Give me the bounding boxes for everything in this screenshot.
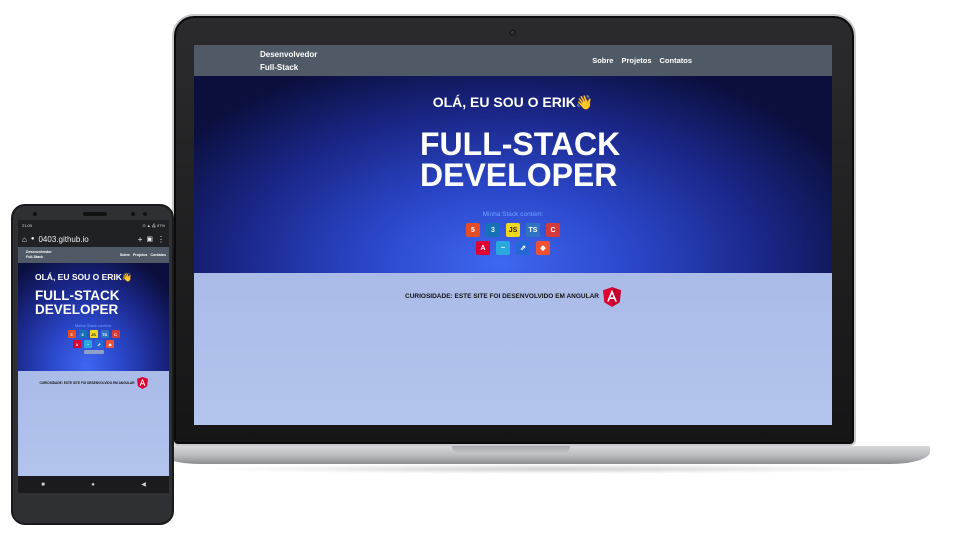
phone-hero-title-line-1: FULL-STACK <box>35 288 120 303</box>
phone-site-brand[interactable]: Desenvolvedor Full-Stack <box>26 250 52 260</box>
phone-hero-section: OLÁ, EU SOU O ERIK👋 FULL-STACK DEVELOPER… <box>18 263 169 371</box>
phone-brand-line-2: Full-Stack <box>26 255 44 259</box>
phone-screen: 21:09 ⊙ ▲ ⁂ 97% ⌂ ● 0403.github.io + ▣ ⋮… <box>18 220 169 493</box>
nav-link-projetos[interactable]: Projetos <box>621 56 651 65</box>
html5-icon: 5 <box>67 330 76 338</box>
menu-icon[interactable]: ⋮ <box>157 235 165 244</box>
curiosity-banner: CURIOSIDADE: ESTE SITE FOI DESENVOLVIDO … <box>405 286 621 307</box>
hero-title-line-1: FULL-STACK <box>420 126 621 162</box>
phone-tech-icons-row-2: A ~ ⇗ ◆ <box>35 340 169 348</box>
phone-speaker <box>83 212 107 216</box>
new-tab-icon[interactable]: + <box>138 235 143 244</box>
phone-nav-link-projetos[interactable]: Projetos <box>133 253 147 257</box>
phone-camera <box>131 212 135 216</box>
csharp-icon: C <box>546 223 560 237</box>
phone-address-bar: ⌂ ● 0403.github.io + ▣ ⋮ <box>18 231 169 247</box>
angular-icon <box>136 377 148 389</box>
brand-line-1: Desenvolvedor <box>260 49 318 59</box>
phone-nav-link-sobre[interactable]: Sobre <box>120 253 130 257</box>
angular-icon <box>602 286 621 307</box>
home-icon[interactable]: ⌂ <box>22 235 27 244</box>
phone-scroll-chip <box>84 350 104 354</box>
javascript-icon: JS <box>89 330 98 338</box>
waving-hand-icon: 👋 <box>575 94 594 110</box>
curiosity-text: CURIOSIDADE: ESTE SITE FOI DESENVOLVIDO … <box>405 293 599 300</box>
stack-label: Minha Stack contém: <box>482 211 544 218</box>
typescript-icon: TS <box>100 330 109 338</box>
phone-curiosity-banner: CURIOSIDADE: ESTE SITE FOI DESENVOLVIDO … <box>18 377 169 389</box>
phone-hero-greeting-text: OLÁ, EU SOU O ERIK <box>35 272 122 282</box>
phone-nav-bar: ■ ● ◀ <box>18 476 169 493</box>
phone-stack-label: Minha Stack contém: <box>74 323 113 328</box>
phone-hero-title: FULL-STACK DEVELOPER <box>35 289 169 317</box>
tailwind-icon: ~ <box>496 241 510 255</box>
hero-greeting-text: OLÁ, EU SOU O ERIK <box>432 94 576 110</box>
hero-greeting: OLÁ, EU SOU O ERIK👋 <box>194 94 832 111</box>
html5-icon: 5 <box>466 223 480 237</box>
laptop-camera <box>509 29 516 36</box>
phone-sensor <box>33 212 37 216</box>
angular-icon: A <box>476 241 490 255</box>
back-button[interactable]: ◀ <box>141 481 146 488</box>
css3-icon: 3 <box>78 330 87 338</box>
recents-button[interactable]: ■ <box>41 482 45 488</box>
hero-section: OLÁ, EU SOU O ERIK👋 FULL-STACK DEVELOPER… <box>194 76 832 273</box>
phone-nav-link-contatos[interactable]: Contatos <box>150 253 166 257</box>
phone-nav-links: Sobre Projetos Contatos <box>120 253 166 257</box>
git-icon: ◆ <box>106 340 114 348</box>
nav-link-contatos[interactable]: Contatos <box>660 56 693 65</box>
home-button[interactable]: ● <box>91 482 95 488</box>
site-navbar: Desenvolvedor Full-Stack Sobre Projetos … <box>194 45 832 76</box>
javascript-icon: JS <box>506 223 520 237</box>
tech-icons-row-2: A ~ ⇗ ◆ <box>194 241 832 255</box>
nav-link-sobre[interactable]: Sobre <box>592 56 613 65</box>
site-info-icon[interactable]: ● <box>31 236 35 242</box>
phone-url[interactable]: 0403.github.io <box>38 235 88 244</box>
typescript-icon: TS <box>526 223 540 237</box>
css3-icon: 3 <box>486 223 500 237</box>
phone-status-icons: ⊙ ▲ ⁂ 97% <box>142 223 165 228</box>
csharp-icon: C <box>111 330 120 338</box>
curiosity-section: CURIOSIDADE: ESTE SITE FOI DESENVOLVIDO … <box>194 273 832 425</box>
brand-line-2: Full-Stack <box>260 62 299 72</box>
angular-icon: A <box>73 340 81 348</box>
site-brand[interactable]: Desenvolvedor Full-Stack <box>260 48 317 74</box>
hero-title: FULL-STACK DEVELOPER <box>194 126 832 193</box>
phone-site-navbar: Desenvolvedor Full-Stack Sobre Projetos … <box>18 247 169 263</box>
tech-icons-row-1: 5 3 JS TS C <box>194 223 832 237</box>
laptop-screen: Desenvolvedor Full-Stack Sobre Projetos … <box>194 45 832 425</box>
git-icon: ◆ <box>536 241 550 255</box>
phone-hero-greeting: OLÁ, EU SOU O ERIK👋 <box>35 272 169 283</box>
jira-icon: ⇗ <box>516 241 530 255</box>
phone-curiosity-section: CURIOSIDADE: ESTE SITE FOI DESENVOLVIDO … <box>18 371 169 489</box>
phone-status-bar: 21:09 ⊙ ▲ ⁂ 97% <box>18 220 169 231</box>
laptop-shadow <box>200 464 900 474</box>
phone-time: 21:09 <box>22 223 33 228</box>
phone-tech-icons-row-1: 5 3 JS TS C <box>35 330 169 338</box>
jira-icon: ⇗ <box>95 340 103 348</box>
laptop-notch <box>452 446 570 454</box>
mockup-stage: Desenvolvedor Full-Stack Sobre Projetos … <box>0 0 960 540</box>
tabs-icon[interactable]: ▣ <box>146 235 153 243</box>
waving-hand-icon: 👋 <box>121 272 133 282</box>
site-nav-links: Sobre Projetos Contatos <box>592 56 692 65</box>
phone-curiosity-text: CURIOSIDADE: ESTE SITE FOI DESENVOLVIDO … <box>39 381 135 385</box>
phone-hero-title-line-2: DEVELOPER <box>35 302 119 317</box>
tailwind-icon: ~ <box>84 340 92 348</box>
phone-sensor <box>143 212 147 216</box>
hero-title-line-2: DEVELOPER <box>420 157 618 193</box>
